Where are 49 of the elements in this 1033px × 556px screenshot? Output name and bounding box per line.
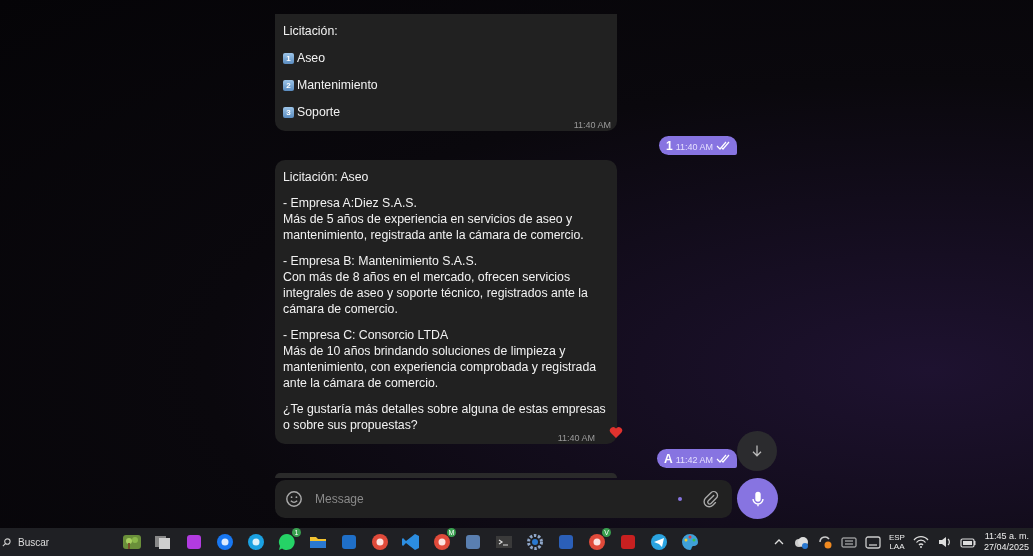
scroll-down-button[interactable] bbox=[737, 431, 777, 471]
number-badge: 1 bbox=[283, 52, 294, 64]
message-text: Licitación: bbox=[283, 23, 339, 39]
search-field[interactable]: Buscar bbox=[16, 535, 100, 549]
message-time: 11:40 AM bbox=[557, 433, 595, 443]
tablet-icon[interactable] bbox=[864, 535, 881, 549]
keyboard-icon[interactable] bbox=[840, 535, 857, 549]
chat-bubble-icon[interactable] bbox=[277, 532, 297, 552]
code-editor-icon[interactable] bbox=[401, 532, 421, 552]
emoji-icon[interactable] bbox=[285, 489, 303, 508]
battery-icon[interactable] bbox=[959, 535, 976, 549]
paperclip-icon[interactable] bbox=[702, 489, 720, 508]
language-label[interactable]: ESP bbox=[888, 533, 905, 542]
dot-icon bbox=[678, 496, 682, 501]
message-text: - Empresa B: Mantenimiento S.A.S. Con más de 8 años en el mercado, ofrecen servicios integrales de aseo y soporte técnico, registrados ante la cámara de comercio. bbox=[283, 253, 589, 317]
paper-plane-icon[interactable] bbox=[649, 532, 669, 552]
microphone-button[interactable] bbox=[737, 478, 778, 519]
number-badge: 2 bbox=[283, 79, 294, 91]
message-time: 11:40 AM bbox=[675, 142, 713, 152]
palette-icon[interactable] bbox=[680, 532, 700, 552]
list-item-text: Soporte bbox=[297, 104, 341, 120]
message-text: ¿Te gustaría más detalles sobre alguna de estas empresas o sobre sus propuestas? bbox=[283, 401, 607, 433]
message-field[interactable]: Message bbox=[275, 479, 732, 518]
wifi-icon[interactable] bbox=[912, 535, 929, 549]
cloud-icon[interactable] bbox=[792, 535, 809, 549]
plant-icon[interactable] bbox=[122, 532, 142, 552]
message-text: A bbox=[663, 451, 673, 466]
list-item-text: Mantenimiento bbox=[297, 77, 378, 93]
number-badge: 3 bbox=[283, 106, 294, 118]
app-icon[interactable] bbox=[432, 532, 452, 552]
search-icon[interactable] bbox=[2, 537, 11, 547]
settings-icon[interactable] bbox=[525, 532, 545, 552]
app-icon[interactable] bbox=[215, 532, 235, 552]
message-time: 11:42 AM bbox=[675, 455, 713, 465]
app-icon[interactable] bbox=[246, 532, 266, 552]
message-input[interactable]: Message bbox=[313, 490, 668, 507]
app-icon[interactable] bbox=[587, 532, 607, 552]
keyboard-layout-label[interactable]: LAA bbox=[889, 542, 905, 551]
message-text: 1 bbox=[665, 138, 673, 153]
message-text: Licitación: Aseo bbox=[283, 169, 370, 185]
speaker-icon[interactable] bbox=[936, 535, 952, 549]
message-text: - Empresa C: Consorcio LTDA Más de 10 años brindando soluciones de limpieza y mantenimiento, con experiencia comprobada y registrada ante la cámara de comercio. bbox=[283, 327, 598, 391]
clock-time[interactable]: 11:45 a. m. bbox=[984, 531, 1029, 542]
message-text: - Empresa A:Diez S.A.S. Más de 5 años de experiencia en servicios de aseo y mantenimiento, registrada ante la cámara de comercio. bbox=[283, 195, 585, 243]
list-item-text: Aseo bbox=[297, 50, 326, 66]
clock-date[interactable]: 27/04/2025 bbox=[983, 542, 1029, 553]
sync-icon[interactable] bbox=[816, 534, 833, 550]
message-time: 11:40 AM bbox=[573, 120, 611, 130]
app-icon[interactable] bbox=[370, 532, 390, 552]
